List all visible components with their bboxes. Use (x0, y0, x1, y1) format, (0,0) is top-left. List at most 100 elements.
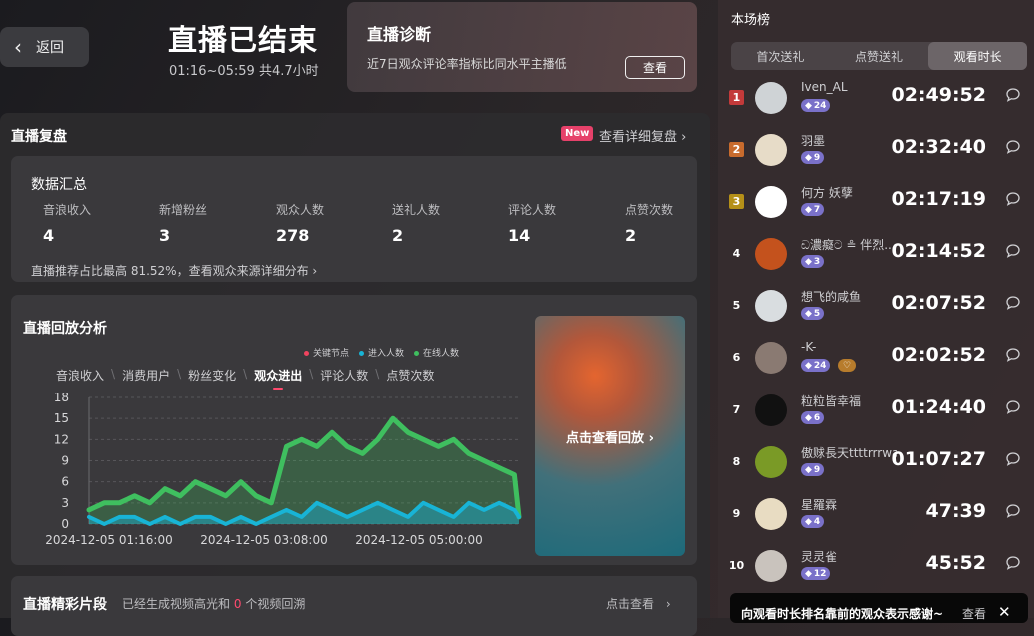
chevron-right-icon: › (665, 597, 671, 611)
summary-title: 数据汇总 (31, 177, 87, 193)
y-tick-label: 6 (61, 475, 69, 489)
avatar[interactable] (755, 446, 787, 478)
diagnosis-view-button[interactable]: 查看 (625, 56, 685, 79)
summary-source-link[interactable]: 直播推荐占比最高 81.52%，查看观众来源详细分布 › (31, 262, 317, 279)
level-badge: ◆ 4 (801, 515, 825, 528)
comment-icon[interactable] (1005, 243, 1021, 259)
tab-first-gift[interactable]: 首次送礼 (731, 42, 830, 70)
comment-icon[interactable] (1005, 555, 1021, 571)
x-tick-label: 2024-12-05 05:00:00 (355, 533, 482, 547)
ranking-row[interactable]: 9 星羅霖 ◆ 4 47:39 (718, 488, 1034, 540)
diamond-icon: ◆ (805, 204, 812, 215)
metric-tabs: 音浪收入 \ 消费用户 \ 粉丝变化 \ 观众进出 \ 评论人数 \ 点赞次数 (56, 367, 434, 390)
watch-duration: 45:52 (925, 552, 986, 574)
comment-icon[interactable] (1005, 139, 1021, 155)
legend-dot (304, 351, 309, 356)
highlights-view-link[interactable]: 点击查看 › (606, 595, 671, 612)
ranking-row[interactable]: 7 粒粒皆幸福 ◆ 6 01:24:40 (718, 384, 1034, 436)
highlights-desc-suffix: 个视频回溯 (245, 597, 306, 611)
tab-paying-users[interactable]: 消费用户 (122, 367, 170, 384)
live-time-range: 01:16~05:59 共4.7小时 (169, 64, 319, 79)
viewer-name: 羽墨 (801, 134, 826, 148)
avatar[interactable] (755, 290, 787, 322)
comment-icon[interactable] (1005, 295, 1021, 311)
comment-icon[interactable] (1005, 191, 1021, 207)
watch-duration: 47:39 (925, 500, 986, 522)
avatar[interactable] (755, 394, 787, 426)
metric-value: 278 (276, 226, 310, 245)
diamond-icon: ◆ (805, 152, 812, 163)
legend-label: 进入人数 (368, 349, 405, 359)
tab-likes[interactable]: 点赞次数 (386, 367, 434, 384)
watch-duration: 02:07:52 (891, 292, 986, 314)
video-play-label: 点击查看回放 › (566, 430, 654, 446)
review-panel: 直播复盘 New 查看详细复盘 › 数据汇总 音浪收入 4 新增粉丝 3 观众人… (0, 113, 710, 636)
thanks-toast: 向观看时长排名靠前的观众表示感谢~ 查看 ✕ (730, 593, 1028, 623)
ranking-row[interactable]: 4 ඩ濃癡ට ≗ 伴烈... ◆ 3 02:14:52 (718, 228, 1034, 280)
diamond-icon: ◆ (805, 100, 812, 111)
avatar[interactable] (755, 342, 787, 374)
diamond-icon: ◆ (805, 568, 812, 579)
y-tick-label: 18 (54, 393, 69, 404)
comment-icon[interactable] (1005, 399, 1021, 415)
rank-number: 10 (728, 559, 745, 572)
rank-number: 6 (732, 351, 741, 364)
tab-audience-flow[interactable]: 观众进出 (254, 367, 302, 390)
rank-number: 4 (732, 247, 741, 260)
ranking-row[interactable]: 8 傲赇長天ttttrrrwa ◆ 9 01:07:27 (718, 436, 1034, 488)
avatar[interactable] (755, 498, 787, 530)
x-tick-label: 2024-12-05 03:08:00 (200, 533, 327, 547)
playback-video-thumbnail[interactable]: 点击查看回放 › (535, 316, 685, 556)
avatar[interactable] (755, 134, 787, 166)
rank-number: 8 (732, 455, 741, 468)
tab-commenters[interactable]: 评论人数 (320, 367, 368, 384)
metric-commenters: 评论人数 14 (508, 201, 618, 245)
review-detail-link[interactable]: 查看详细复盘 › (599, 126, 686, 145)
level-badge: ◆ 12 (801, 567, 831, 580)
level-value: 9 (813, 152, 821, 163)
ranking-row[interactable]: 2 羽墨 ◆ 9 02:32:40 (718, 124, 1034, 176)
page-title: 直播已结束 (168, 23, 319, 57)
y-tick-label: 3 (61, 496, 69, 510)
audience-flow-chart: 18 15 12 9 6 3 0 2024-12-05 01:16:00 2024-12-05 … (45, 393, 522, 547)
viewer-name: 想飞的咸鱼 (801, 290, 862, 304)
tab-like-gift[interactable]: 点赞送礼 (830, 42, 929, 70)
comment-icon[interactable] (1005, 87, 1021, 103)
avatar[interactable] (755, 82, 787, 114)
legend-label: 在线人数 (423, 349, 460, 359)
tab-watch-time[interactable]: 观看时长 (928, 42, 1028, 70)
tab-fan-change[interactable]: 粉丝变化 (188, 367, 236, 384)
ranking-row[interactable]: 6 -K- ◆ 24 ♡ 02:02:52 (718, 332, 1034, 384)
ranking-panel: 本场榜 首次送礼 点赞送礼 观看时长 1 Iven_AL ◆ 24 02:49:52 2 羽… (718, 0, 1034, 618)
avatar[interactable] (755, 238, 787, 270)
ranking-row[interactable]: 5 想飞的咸鱼 ◆ 5 02:07:52 (718, 280, 1034, 332)
level-badge: ◆ 9 (801, 151, 825, 164)
ranking-row[interactable]: 1 Iven_AL ◆ 24 02:49:52 (718, 72, 1034, 124)
ranking-row[interactable]: 10 灵灵雀 ◆ 12 45:52 (718, 540, 1034, 592)
comment-icon[interactable] (1005, 451, 1021, 467)
highlights-card: 直播精彩片段 已经生成视频高光和 0 个视频回溯 点击查看 › (11, 576, 697, 636)
level-badge: ◆ 6 (801, 411, 825, 424)
comment-icon[interactable] (1005, 347, 1021, 363)
back-button[interactable]: ‹ 返回 (0, 27, 89, 67)
metric-label: 新增粉丝 (159, 203, 208, 217)
ranking-row[interactable]: 3 何方 妖孽 ◆ 7 02:17:19 (718, 176, 1034, 228)
watch-duration: 02:02:52 (891, 344, 986, 366)
metric-income: 音浪收入 4 (43, 201, 153, 245)
comment-icon[interactable] (1005, 503, 1021, 519)
highlights-desc-prefix: 已经生成视频高光和 (122, 597, 231, 611)
level-value: 6 (813, 412, 821, 423)
tab-income[interactable]: 音浪收入 (56, 367, 104, 384)
level-value: 12 (813, 568, 827, 579)
level-badge: ◆ 24 (801, 359, 831, 372)
ranking-tabs: 首次送礼 点赞送礼 观看时长 (731, 42, 1028, 70)
watch-duration: 02:49:52 (891, 84, 986, 106)
toast-view-button[interactable]: 查看 (962, 605, 986, 622)
series-area (89, 418, 519, 524)
chevron-left-icon: ‹ (14, 35, 22, 59)
avatar[interactable] (755, 550, 787, 582)
close-icon[interactable]: ✕ (998, 603, 1011, 621)
level-value: 7 (813, 204, 821, 215)
level-value: 3 (813, 256, 821, 267)
avatar[interactable] (755, 186, 787, 218)
